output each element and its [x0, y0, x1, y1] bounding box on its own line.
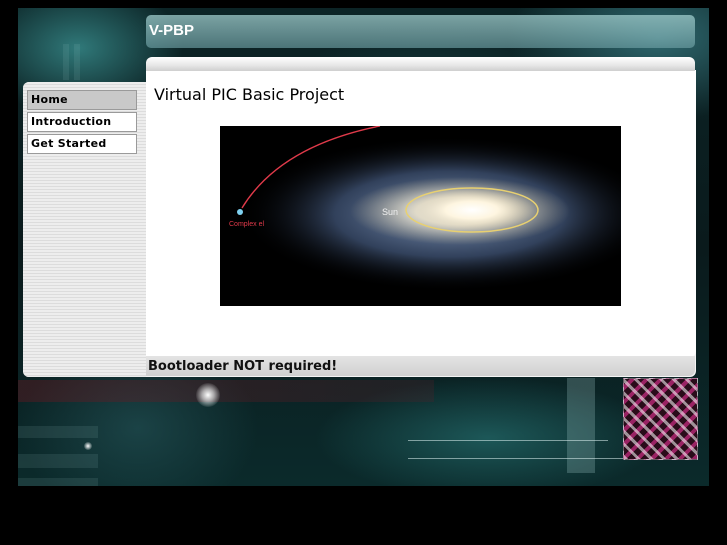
nav-item-home[interactable]: Home — [27, 90, 137, 110]
site-title: V-PBP — [149, 22, 195, 39]
nav-item-get-started[interactable]: Get Started — [27, 134, 137, 154]
footer-bar: Bootloader NOT required! — [146, 356, 695, 376]
page-heading: Virtual PIC Basic Project — [154, 85, 345, 104]
background-light-flare — [196, 383, 220, 407]
galaxy-illustration: Sun Complex el — [220, 125, 660, 306]
footer-text: Bootloader NOT required! — [148, 359, 338, 374]
sidebar: Home Introduction Get Started — [23, 82, 146, 377]
background-light-dot — [84, 442, 92, 450]
background-red-band — [18, 380, 434, 402]
header-bar: V-PBP — [146, 15, 695, 48]
complex-label: Complex el — [229, 221, 264, 228]
background-stripe — [18, 426, 98, 438]
galaxy-svg: Sun Complex el — [220, 125, 660, 306]
sidebar-nav: Home Introduction Get Started — [27, 90, 137, 156]
background-line — [408, 440, 608, 441]
background-stripe — [63, 44, 69, 80]
background-line — [408, 458, 628, 459]
corner-decorative-image — [623, 378, 698, 460]
background-stripe — [74, 44, 80, 80]
complex-marker — [237, 209, 243, 215]
sun-label: Sun — [382, 207, 398, 217]
background-stripe — [18, 478, 98, 486]
subheader-strip — [146, 57, 695, 71]
nav-item-introduction[interactable]: Introduction — [27, 112, 137, 132]
background-stripe — [18, 454, 98, 468]
